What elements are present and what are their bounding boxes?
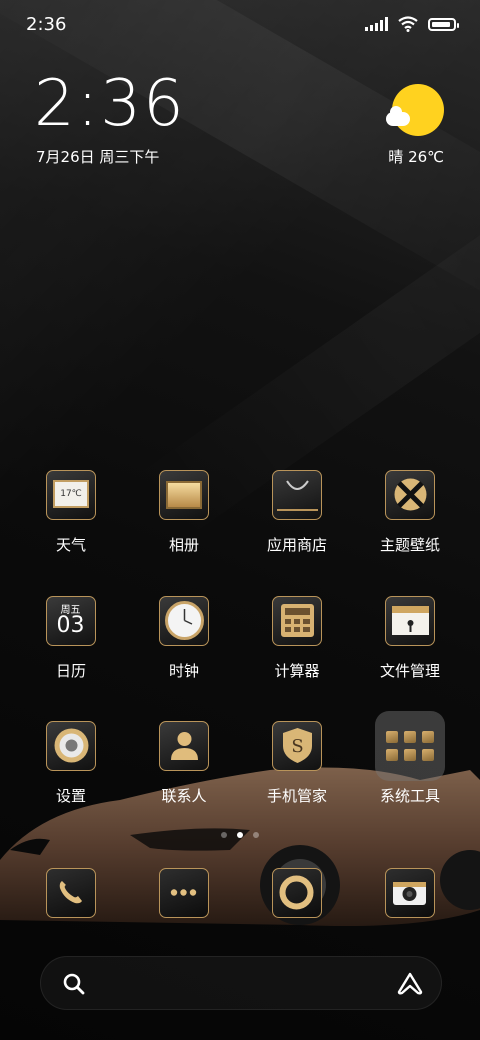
wifi-icon xyxy=(398,16,418,32)
weather-icon: 17℃ xyxy=(46,470,96,520)
search-bar[interactable] xyxy=(40,956,442,1010)
page-dot[interactable] xyxy=(221,832,227,838)
assistant-icon[interactable] xyxy=(397,972,423,996)
dock-browser[interactable] xyxy=(272,868,322,918)
calendar-icon: 周五 03 xyxy=(46,596,96,646)
app-settings[interactable]: 设置 xyxy=(16,721,126,806)
folder-icon xyxy=(375,711,445,781)
app-label: 日历 xyxy=(55,662,86,680)
browser-icon xyxy=(279,875,314,910)
weather-widget-text: 晴 26℃ xyxy=(388,148,444,166)
app-label: 设置 xyxy=(55,787,86,805)
app-label: 系统工具 xyxy=(379,787,440,805)
app-store-icon xyxy=(272,470,322,520)
file-manager-icon xyxy=(385,596,435,646)
status-bar: 2:36 xyxy=(0,0,480,52)
app-label: 相册 xyxy=(168,536,199,554)
app-contacts[interactable]: 联系人 xyxy=(129,721,239,806)
app-weather[interactable]: 17℃ 天气 xyxy=(16,470,126,555)
phone-icon xyxy=(59,881,82,904)
app-label: 天气 xyxy=(55,536,86,554)
signal-icon xyxy=(365,17,388,31)
app-clock[interactable]: 时钟 xyxy=(129,596,239,681)
app-label: 手机管家 xyxy=(266,787,327,805)
clock-widget-date: 7月26日 周三下午 xyxy=(36,148,160,166)
calendar-day: 03 xyxy=(56,613,85,638)
clock-icon xyxy=(159,596,209,646)
search-icon[interactable] xyxy=(63,973,85,995)
app-calculator[interactable]: 计算器 xyxy=(242,596,352,681)
svg-text:S: S xyxy=(291,736,303,757)
app-security[interactable]: S 手机管家 xyxy=(242,721,352,806)
app-label: 计算器 xyxy=(274,662,320,680)
settings-icon xyxy=(46,721,96,771)
security-icon: S xyxy=(272,721,322,771)
page-dot-active[interactable] xyxy=(237,832,243,838)
status-time: 2:36 xyxy=(26,14,67,35)
app-label: 应用商店 xyxy=(266,536,327,554)
camera-icon xyxy=(393,882,426,905)
page-indicator[interactable] xyxy=(0,832,480,838)
dock-camera[interactable] xyxy=(385,868,435,918)
battery-icon xyxy=(428,17,459,31)
dock-phone[interactable] xyxy=(46,868,96,918)
app-gallery[interactable]: 相册 xyxy=(129,470,239,555)
app-file-manager[interactable]: 文件管理 xyxy=(355,596,465,681)
app-label: 联系人 xyxy=(161,787,207,805)
app-store[interactable]: 应用商店 xyxy=(242,470,352,555)
cloud-icon xyxy=(386,106,410,126)
app-calendar[interactable]: 周五 03 日历 xyxy=(16,596,126,681)
calculator-icon xyxy=(272,596,322,646)
app-label: 主题壁纸 xyxy=(379,536,440,554)
app-themes[interactable]: 主题壁纸 xyxy=(355,470,465,555)
dock-messages[interactable] xyxy=(159,868,209,918)
messages-icon xyxy=(170,889,197,896)
clock-widget-time[interactable]: 2:36 xyxy=(34,72,186,136)
gallery-icon xyxy=(159,470,209,520)
themes-icon xyxy=(385,470,435,520)
app-label: 文件管理 xyxy=(379,662,440,680)
weather-temp: 17℃ xyxy=(53,480,89,508)
app-folder-system-tools[interactable]: 系统工具 xyxy=(355,711,465,806)
app-label: 时钟 xyxy=(168,662,199,680)
contacts-icon xyxy=(159,721,209,771)
page-dot[interactable] xyxy=(253,832,259,838)
